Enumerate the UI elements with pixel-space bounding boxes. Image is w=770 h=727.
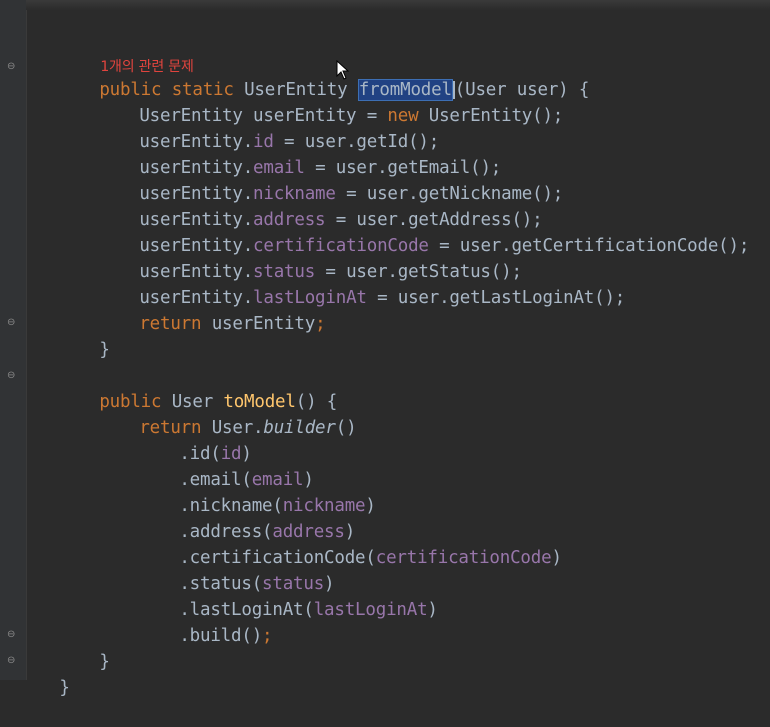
code-token: } [99, 652, 110, 672]
code-token: = user.getLastLoginAt(); [366, 288, 626, 308]
code-line-builder-call: .email(email) [138, 441, 314, 490]
code-line-builder-call: .id(id) [138, 415, 252, 464]
code-token: ) [551, 548, 562, 568]
code-line-build: .build(); [138, 597, 272, 646]
code-line-builder-call: .address(address) [138, 493, 355, 542]
code-line-frommodel-signature: public static UserEntity fromModel (User … [58, 51, 589, 101]
inlay-problem-hint[interactable]: 1개의 관련 문제 [59, 27, 193, 75]
code-token: ) [365, 496, 376, 516]
code-line-assignment: userEntity.id = user.getId(); [98, 103, 439, 152]
code-line-return-builder: return User.builder() [98, 389, 356, 438]
code-line-builder-call: .certificationCode(certificationCode) [138, 519, 562, 568]
code-token: certificationCode [375, 548, 552, 568]
code-line-assignment: userEntity.certificationCode = user.getC… [98, 207, 749, 256]
code-line-close-brace: } [58, 623, 110, 672]
code-line-tomodel-signature: public User toModel() { [58, 363, 337, 412]
code-token: .build() [179, 626, 263, 646]
code-token: UserEntity(); [418, 106, 564, 126]
code-line-close-brace: } [58, 311, 110, 360]
code-editor[interactable]: 1개의 관련 문제 public static UserEntity fromM… [32, 0, 770, 698]
code-line-builder-call: .lastLoginAt(lastLoginAt) [138, 571, 438, 620]
code-token: () [335, 418, 357, 438]
code-token: builder [263, 418, 336, 438]
code-line-builder-call: .nickname(nickname) [138, 467, 376, 516]
code-line-assignment: userEntity.address = user.getAddress(); [98, 181, 542, 230]
code-line-assignment: userEntity.nickname = user.getNickname()… [98, 155, 563, 204]
code-token: } [99, 340, 110, 360]
fold-close-icon[interactable]: ⊖ [7, 656, 16, 666]
code-line-declaration: UserEntity userEntity = new UserEntity()… [98, 77, 563, 126]
gutter-divider [26, 0, 27, 680]
code-line-assignment: userEntity.email = user.getEmail(); [98, 129, 501, 178]
code-line-builder-call: .status(status) [138, 545, 334, 594]
code-token: userEntity [201, 314, 316, 334]
fold-open-icon[interactable]: ⊖ [7, 62, 16, 72]
code-token: ) [427, 600, 438, 620]
code-line-assignment: userEntity.lastLoginAt = user.getLastLog… [98, 259, 625, 308]
code-line-assignment: userEntity.status = user.getStatus(); [98, 233, 522, 282]
code-line-return: return userEntity; [98, 285, 325, 334]
fold-close-icon[interactable]: ⊖ [7, 630, 16, 640]
fold-open-icon[interactable]: ⊖ [7, 371, 16, 381]
fold-close-icon[interactable]: ⊖ [7, 318, 16, 328]
code-token: return [139, 314, 202, 334]
code-token: } [59, 678, 70, 698]
editor-gutter [0, 0, 26, 680]
code-token: ; [315, 314, 326, 334]
code-line-class-close: } [18, 649, 70, 698]
code-token: lastLoginAt [313, 600, 428, 620]
mouse-pointer-icon [336, 60, 350, 80]
code-token: ; [262, 626, 273, 646]
